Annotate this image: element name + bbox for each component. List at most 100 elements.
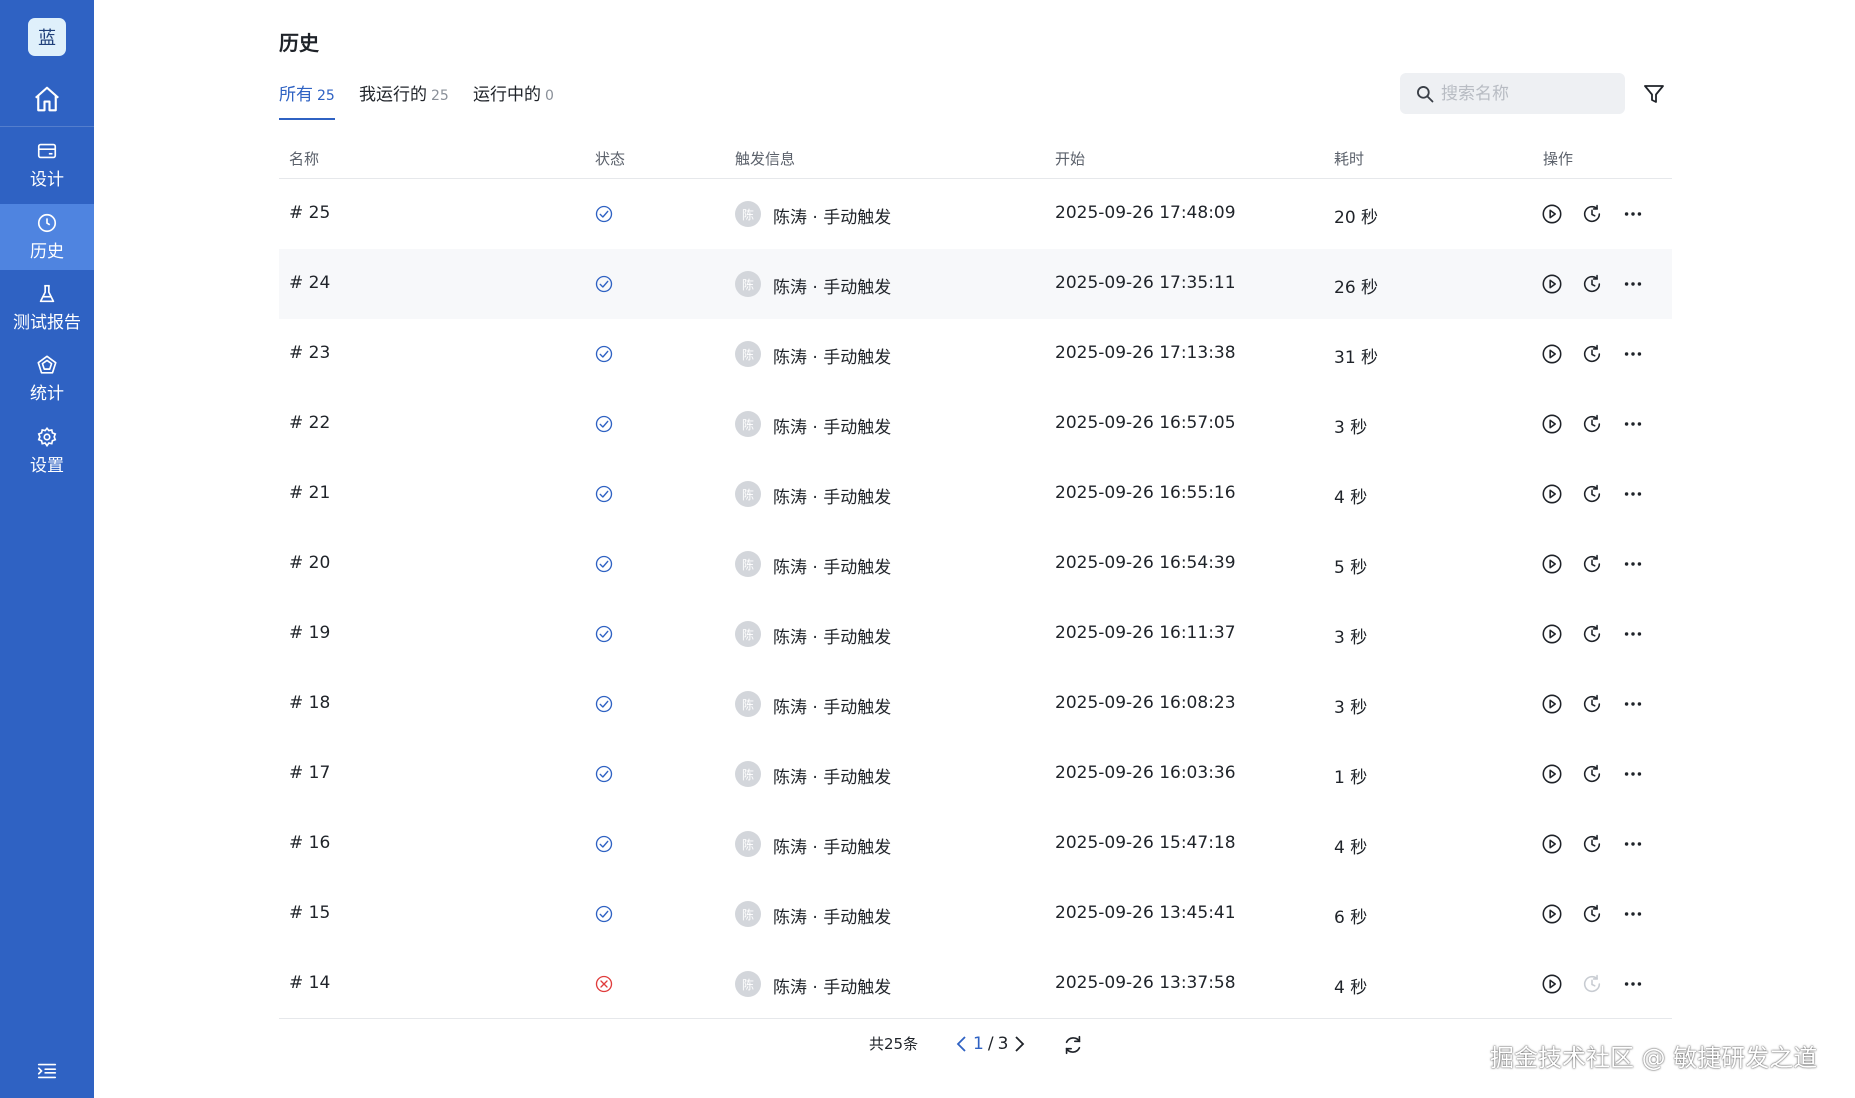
more-icon[interactable]	[1622, 693, 1644, 715]
history-icon[interactable]	[1581, 903, 1603, 925]
history-icon[interactable]	[1581, 203, 1603, 225]
table-row[interactable]: # 21 陈陈涛 · 手动触发 2025-09-26 16:55:16 4 秒	[279, 459, 1672, 529]
header-duration: 耗时	[1334, 150, 1365, 168]
play-icon[interactable]	[1541, 693, 1563, 715]
run-name[interactable]: # 14	[289, 973, 330, 993]
check-circle-icon	[595, 205, 613, 223]
duration: 1 秒	[1334, 768, 1368, 788]
table-row[interactable]: # 23 陈陈涛 · 手动触发 2025-09-26 17:13:38 31 秒	[279, 319, 1672, 389]
history-icon[interactable]	[1581, 833, 1603, 855]
run-name[interactable]: # 21	[289, 483, 330, 503]
history-icon[interactable]	[1581, 273, 1603, 295]
more-icon[interactable]	[1622, 553, 1644, 575]
play-icon[interactable]	[1541, 763, 1563, 785]
more-icon[interactable]	[1622, 483, 1644, 505]
trigger-info: 陈涛 · 手动触发	[773, 208, 892, 228]
tab-label: 我运行的	[359, 85, 427, 105]
history-icon[interactable]	[1581, 343, 1603, 365]
refresh-icon[interactable]	[1062, 1034, 1084, 1056]
run-name[interactable]: # 15	[289, 903, 330, 923]
table-row[interactable]: # 20 陈陈涛 · 手动触发 2025-09-26 16:54:39 5 秒	[279, 529, 1672, 599]
more-icon[interactable]	[1622, 273, 1644, 295]
play-icon[interactable]	[1541, 833, 1563, 855]
history-icon[interactable]	[1581, 623, 1603, 645]
table-row[interactable]: # 16 陈陈涛 · 手动触发 2025-09-26 15:47:18 4 秒	[279, 809, 1672, 879]
more-icon[interactable]	[1622, 413, 1644, 435]
more-icon[interactable]	[1622, 833, 1644, 855]
start-time: 2025-09-26 16:03:36	[1055, 763, 1236, 783]
history-icon[interactable]	[1581, 763, 1603, 785]
check-circle-icon	[595, 275, 613, 293]
play-icon[interactable]	[1541, 413, 1563, 435]
duration: 31 秒	[1334, 348, 1379, 368]
sidebar-item-settings[interactable]: 设置	[0, 418, 94, 484]
avatar: 陈	[735, 271, 761, 297]
header-status: 状态	[595, 150, 626, 168]
duration: 3 秒	[1334, 698, 1368, 718]
sidebar-item-design[interactable]: 设计	[0, 132, 94, 198]
start-time: 2025-09-26 16:54:39	[1055, 553, 1236, 573]
sidebar-item-statistics[interactable]: 统计	[0, 346, 94, 412]
start-time: 2025-09-26 16:08:23	[1055, 693, 1236, 713]
history-icon[interactable]	[1581, 483, 1603, 505]
more-icon[interactable]	[1622, 343, 1644, 365]
run-name[interactable]: # 22	[289, 413, 330, 433]
run-name[interactable]: # 20	[289, 553, 330, 573]
table-row[interactable]: # 14 陈陈涛 · 手动触发 2025-09-26 13:37:58 4 秒	[279, 949, 1672, 1019]
run-name[interactable]: # 16	[289, 833, 330, 853]
history-icon[interactable]	[1581, 693, 1603, 715]
history-icon[interactable]	[1581, 413, 1603, 435]
brand-logo[interactable]: 蓝	[28, 18, 66, 56]
duration: 6 秒	[1334, 908, 1368, 928]
avatar: 陈	[735, 971, 761, 997]
more-icon[interactable]	[1622, 763, 1644, 785]
run-name[interactable]: # 25	[289, 203, 330, 223]
tab-my-runs[interactable]: 我运行的 25	[359, 80, 449, 120]
tab-running[interactable]: 运行中的 0	[473, 80, 554, 120]
run-name[interactable]: # 23	[289, 343, 330, 363]
table-row[interactable]: # 19 陈陈涛 · 手动触发 2025-09-26 16:11:37 3 秒	[279, 599, 1672, 669]
more-icon[interactable]	[1622, 903, 1644, 925]
pentagon-chart-icon	[37, 355, 57, 374]
history-icon[interactable]	[1581, 553, 1603, 575]
home-button[interactable]	[0, 72, 94, 127]
collapse-menu-icon[interactable]	[36, 1060, 58, 1082]
tab-all[interactable]: 所有 25	[279, 80, 335, 120]
table-row[interactable]: # 18 陈陈涛 · 手动触发 2025-09-26 16:08:23 3 秒	[279, 669, 1672, 739]
play-icon[interactable]	[1541, 483, 1563, 505]
more-icon[interactable]	[1622, 203, 1644, 225]
table-row[interactable]: # 15 陈陈涛 · 手动触发 2025-09-26 13:45:41 6 秒	[279, 879, 1672, 949]
chevron-right-icon[interactable]	[1012, 1035, 1026, 1053]
check-circle-icon	[595, 625, 613, 643]
run-name[interactable]: # 24	[289, 273, 330, 293]
pagination-separator: /	[987, 1034, 994, 1054]
run-name[interactable]: # 18	[289, 693, 330, 713]
table-row[interactable]: # 25 陈陈涛 · 手动触发 2025-09-26 17:48:09 20 秒	[279, 179, 1672, 249]
play-icon[interactable]	[1541, 203, 1563, 225]
avatar: 陈	[735, 621, 761, 647]
duration: 4 秒	[1334, 838, 1368, 858]
play-icon[interactable]	[1541, 343, 1563, 365]
search-input[interactable]	[1439, 82, 1618, 105]
run-name[interactable]: # 17	[289, 763, 330, 783]
more-icon[interactable]	[1622, 973, 1644, 995]
table-row[interactable]: # 17 陈陈涛 · 手动触发 2025-09-26 16:03:36 1 秒	[279, 739, 1672, 809]
sidebar-item-test-report[interactable]: 测试报告	[0, 275, 94, 341]
more-icon[interactable]	[1622, 623, 1644, 645]
duration: 3 秒	[1334, 628, 1368, 648]
header-actions: 操作	[1543, 150, 1574, 168]
play-icon[interactable]	[1541, 973, 1563, 995]
run-name[interactable]: # 19	[289, 623, 330, 643]
sidebar-item-history[interactable]: 历史	[0, 204, 94, 270]
clock-icon	[37, 213, 57, 233]
pagination-current[interactable]: 1	[973, 1034, 984, 1054]
play-icon[interactable]	[1541, 903, 1563, 925]
table-row[interactable]: # 24 陈陈涛 · 手动触发 2025-09-26 17:35:11 26 秒	[279, 249, 1672, 319]
play-icon[interactable]	[1541, 623, 1563, 645]
play-icon[interactable]	[1541, 273, 1563, 295]
history-icon[interactable]	[1581, 973, 1603, 995]
filter-icon[interactable]	[1642, 82, 1666, 106]
chevron-left-icon[interactable]	[955, 1035, 969, 1053]
table-row[interactable]: # 22 陈陈涛 · 手动触发 2025-09-26 16:57:05 3 秒	[279, 389, 1672, 459]
play-icon[interactable]	[1541, 553, 1563, 575]
